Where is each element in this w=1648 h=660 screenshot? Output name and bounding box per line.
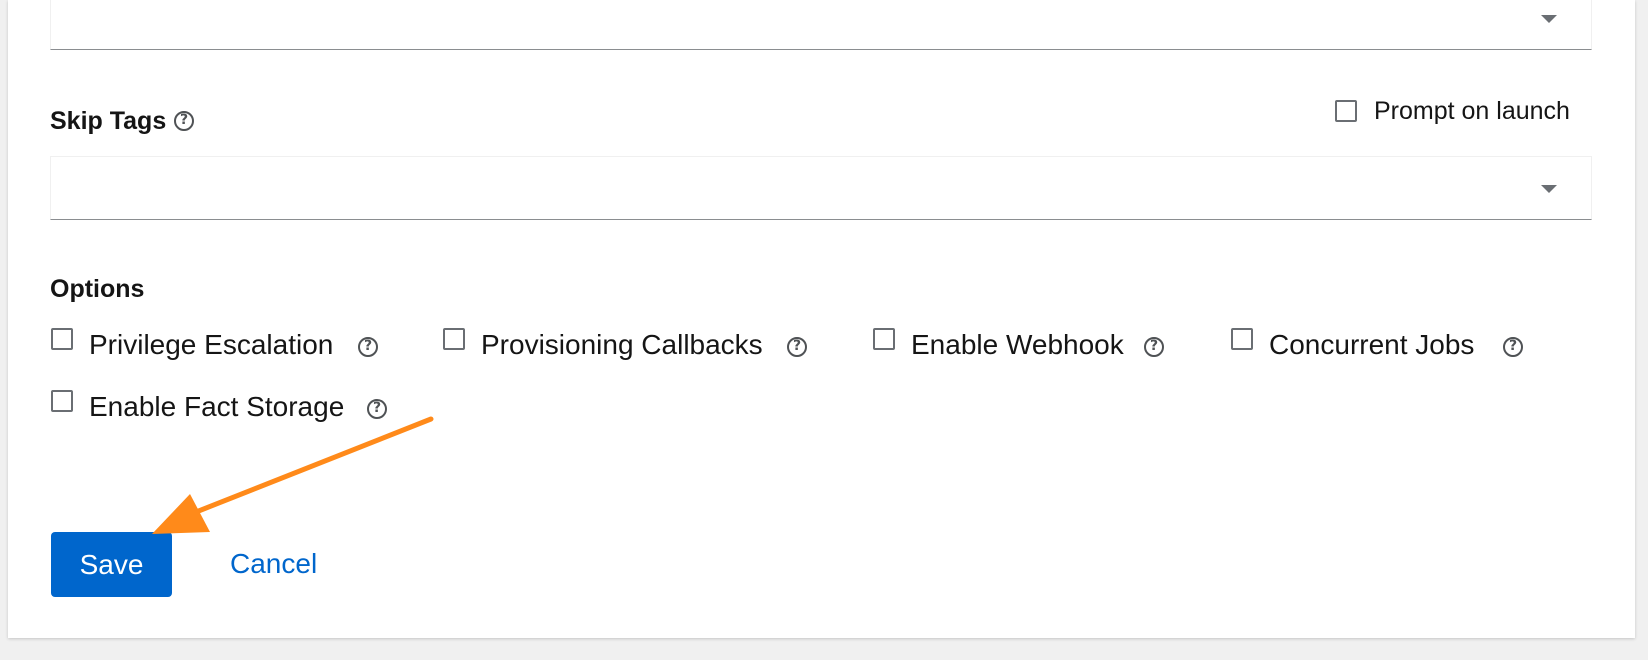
enable-fact-storage-label[interactable]: Enable Fact Storage — [89, 391, 344, 423]
save-button[interactable]: Save — [51, 532, 172, 597]
skip-tags-select[interactable] — [50, 156, 1592, 220]
concurrent-jobs-help-icon[interactable]: ? — [1503, 337, 1523, 357]
provisioning-callbacks-checkbox[interactable] — [443, 328, 465, 350]
privilege-escalation-help-icon[interactable]: ? — [358, 337, 378, 357]
prompt-on-launch-label[interactable]: Prompt on launch — [1374, 97, 1570, 126]
skip-tags-label: Skip Tags — [50, 107, 167, 135]
concurrent-jobs-label[interactable]: Concurrent Jobs — [1269, 329, 1474, 361]
enable-fact-storage-checkbox[interactable] — [51, 390, 73, 412]
job-tags-select[interactable] — [50, 0, 1592, 50]
prompt-on-launch-checkbox[interactable] — [1335, 100, 1357, 122]
caret-down-icon[interactable] — [1541, 185, 1557, 193]
options-heading: Options — [50, 275, 145, 303]
cancel-button[interactable]: Cancel — [230, 548, 317, 580]
enable-webhook-label[interactable]: Enable Webhook — [911, 329, 1124, 361]
enable-fact-storage-help-icon[interactable]: ? — [367, 399, 387, 419]
concurrent-jobs-checkbox[interactable] — [1231, 328, 1253, 350]
enable-webhook-help-icon[interactable]: ? — [1144, 337, 1164, 357]
caret-down-icon[interactable] — [1541, 15, 1557, 23]
privilege-escalation-label[interactable]: Privilege Escalation — [89, 329, 333, 361]
form-card — [8, 0, 1635, 638]
privilege-escalation-checkbox[interactable] — [51, 328, 73, 350]
provisioning-callbacks-label[interactable]: Provisioning Callbacks — [481, 329, 763, 361]
provisioning-callbacks-help-icon[interactable]: ? — [787, 337, 807, 357]
enable-webhook-checkbox[interactable] — [873, 328, 895, 350]
skip-tags-help-icon[interactable]: ? — [174, 111, 194, 131]
